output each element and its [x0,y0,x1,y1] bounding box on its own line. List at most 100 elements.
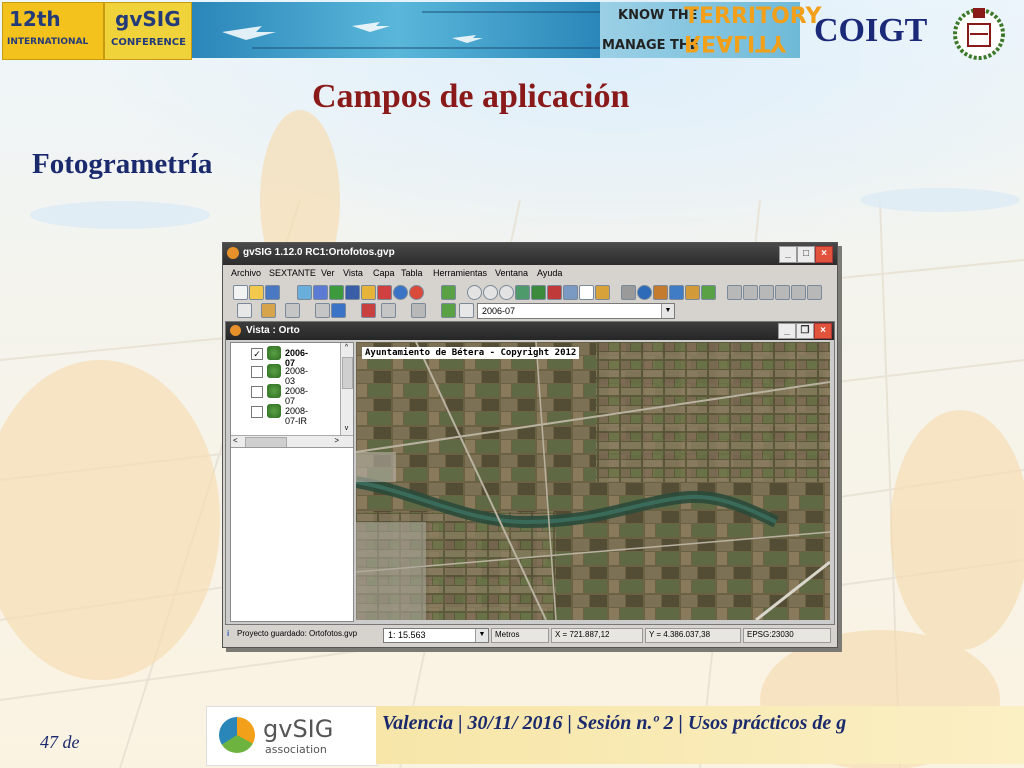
export-icon[interactable] [701,285,716,300]
gvsig-logo-icon [219,717,255,753]
view-titlebar[interactable]: Vista : Orto _ ❐ × [226,322,834,340]
org-name: COIGT [814,12,928,49]
banner-illustration [192,2,602,58]
view-close-icon[interactable]: × [814,323,832,339]
toc-vertical-scrollbar[interactable]: ^ v [340,343,353,435]
zoom-back-icon[interactable] [547,285,562,300]
minimize-icon[interactable]: _ [779,246,797,263]
toolbar-main [227,283,833,301]
layer-checkbox[interactable] [251,366,263,378]
raster-layer-icon [267,404,281,418]
menu-sextante[interactable]: SEXTANTE [269,268,316,278]
zoom-layout-icon[interactable] [331,303,346,318]
invert-selection-icon[interactable] [807,285,822,300]
print-icon[interactable] [361,303,376,318]
footer-brand-sub: association [265,743,327,756]
epsg-display: EPSG:23030 [743,628,831,643]
select-icon[interactable] [727,285,742,300]
zoom-select-icon[interactable] [499,285,514,300]
info-icon[interactable] [637,285,652,300]
x-coordinate-value: X = 721.887,12 [555,630,610,639]
move-icon[interactable] [285,303,300,318]
layer-checkbox[interactable]: ✓ [251,348,263,360]
help-icon[interactable] [393,285,408,300]
locator-icon[interactable] [595,285,610,300]
menu-capa[interactable]: Capa [373,268,395,278]
pencil-icon[interactable] [361,285,376,300]
search-icon[interactable] [381,303,396,318]
zoom-page-icon[interactable] [315,303,330,318]
measure-icon[interactable] [621,285,636,300]
close-icon[interactable]: × [815,246,833,263]
menu-ver[interactable]: Ver [321,268,335,278]
zoom-out-icon[interactable] [483,285,498,300]
toc-divider[interactable] [231,447,353,448]
select-layer-icon[interactable] [791,285,806,300]
sextante-icon[interactable] [297,285,312,300]
footer-text: Valencia | 30/11/ 2016 | Sesión n.º 2 | … [382,712,847,734]
hand-tool-icon[interactable] [261,303,276,318]
chevron-down-icon[interactable]: ▼ [475,629,488,642]
layer-select[interactable]: 2006-07 ▼ [477,303,675,319]
area-icon[interactable] [669,285,684,300]
menu-archivo[interactable]: Archivo [231,268,261,278]
save-icon[interactable] [265,285,280,300]
x-coordinate: X = 721.887,12 [551,628,643,643]
map-canvas[interactable]: Ayuntamiento de Bétera - Copyright 2012 [356,342,830,620]
view-minimize-icon[interactable]: _ [778,323,796,339]
status-info-icon: i [227,629,230,638]
layout-icon[interactable] [237,303,252,318]
zoom-in-icon[interactable] [467,285,482,300]
conference-brand: gvSIG [115,7,181,31]
view-title: Vista : Orto [246,325,300,336]
chevron-down-icon[interactable]: ▼ [661,304,674,318]
menu-vista[interactable]: Vista [343,268,363,278]
hand-icon[interactable] [579,285,594,300]
layer-checkbox[interactable] [251,386,263,398]
layer-checkbox[interactable] [251,406,263,418]
select-circle-icon[interactable] [775,285,790,300]
raster-layer-icon [267,384,281,398]
select-rect-icon[interactable] [743,285,758,300]
list-icon[interactable] [459,303,474,318]
menu-ayuda[interactable]: Ayuda [537,268,562,278]
y-coordinate: Y = 4.386.037,38 [645,628,741,643]
banner-tagline: KNOW THE TERRITORY MANAGE THE REALITY [600,2,821,58]
select-poly-icon[interactable] [759,285,774,300]
maximize-icon[interactable]: □ [797,246,815,263]
view-restore-icon[interactable]: ❐ [796,323,814,339]
raster-icon[interactable] [329,285,344,300]
table-icon[interactable] [377,285,392,300]
toolbar-secondary: 2006-07 ▼ [227,301,833,319]
arrow-left-icon[interactable] [563,285,578,300]
hyperlink-icon[interactable] [685,285,700,300]
window-titlebar[interactable]: gvSIG 1.12.0 RC1:Ortofotos.gvp _ □ × [223,243,837,265]
open-icon[interactable] [249,285,264,300]
edition-label: 12th [9,7,61,31]
scroll-thumb[interactable] [342,357,353,389]
layer-name: 2008-07-IR [285,406,309,426]
menu-ventana[interactable]: Ventana [495,268,528,278]
grid-icon[interactable] [411,303,426,318]
view-icon [230,325,241,336]
coigt-seal-icon [948,2,1010,62]
distance-icon[interactable] [653,285,668,300]
full-extent-icon[interactable] [515,285,530,300]
conference-edition-logo: 12th INTERNATIONAL [2,2,104,60]
edit-icon[interactable] [345,285,360,300]
scroll-up-icon[interactable]: ^ [342,344,351,353]
new-icon[interactable] [233,285,248,300]
scroll-right-icon[interactable]: > [334,436,339,445]
map-copyright-label: Ayuntamiento de Bétera - Copyright 2012 [362,347,580,359]
layers-icon[interactable] [441,285,456,300]
layer-name: 2006-07 [285,348,309,368]
menu-herramientas[interactable]: Herramientas [433,268,487,278]
scale-select[interactable]: 1: 15.563 ▼ [383,628,489,643]
menu-tabla[interactable]: Tabla [401,268,423,278]
scroll-down-icon[interactable]: v [342,425,351,434]
scroll-left-icon[interactable]: < [233,436,238,445]
stop-icon[interactable] [409,285,424,300]
pan-icon[interactable] [531,285,546,300]
raster-layer-icon [267,364,281,378]
add-layer-icon[interactable] [313,285,328,300]
